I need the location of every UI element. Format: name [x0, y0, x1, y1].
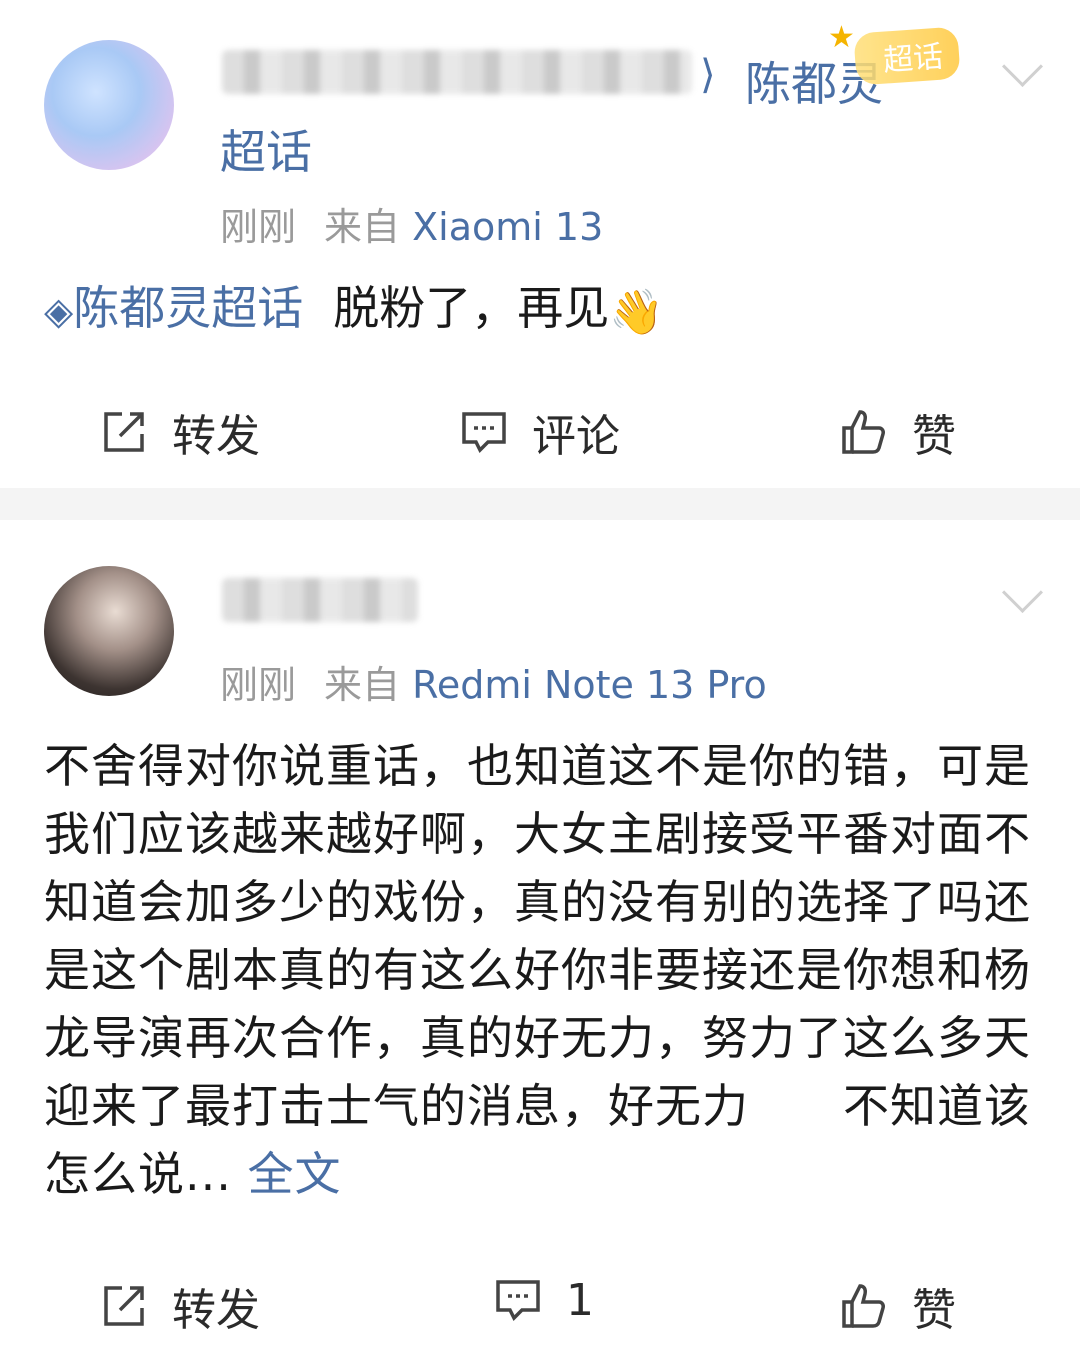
device-name[interactable]: Xiaomi 13	[412, 205, 603, 249]
repost-button[interactable]: 转发	[98, 400, 260, 464]
comment-icon	[496, 1280, 540, 1321]
device-name[interactable]: Redmi Note 13 Pro	[412, 663, 767, 707]
post-meta: 刚刚 来自 Redmi Note 13 Pro	[220, 654, 767, 709]
thumbs-up-icon	[842, 1284, 885, 1328]
chevron-down-icon[interactable]	[1001, 571, 1044, 614]
thumbs-up-icon	[842, 410, 885, 454]
repost-button[interactable]: 转发	[98, 1274, 260, 1338]
comment-count: 1	[566, 1274, 594, 1326]
blurred-username[interactable]	[222, 578, 418, 622]
post-content: ◈陈都灵超话 脱粉了，再见👋	[44, 272, 664, 338]
topic-link-continued[interactable]: 超话	[220, 116, 312, 182]
comment-icon	[462, 412, 506, 453]
post-text: 不舍得对你说重话，也知道这不是你的错，可是我们应该越来越好啊，大女主剧接受平番对…	[44, 739, 1031, 1201]
post-card-2: 刚刚 来自 Redmi Note 13 Pro 不舍得对你说重话，也知道这不是你的…	[0, 520, 1080, 1365]
repost-icon	[104, 1286, 144, 1326]
topic-icon: ◈	[44, 289, 74, 333]
repost-icon	[104, 412, 144, 452]
post-content: 不舍得对你说重话，也知道这不是你的错，可是我们应该越来越好啊，大女主剧接受平番对…	[44, 732, 1034, 1208]
topic-tag[interactable]: ◈陈都灵超话	[44, 281, 303, 335]
comment-button[interactable]: 评论	[458, 400, 620, 464]
source-prefix: 来自	[324, 205, 401, 249]
post-time: 刚刚	[220, 663, 297, 707]
post-meta: 刚刚 来自 Xiaomi 13	[220, 196, 603, 251]
action-bar: 转发 1 赞	[0, 1262, 1080, 1342]
post-text: 脱粉了，再见	[333, 281, 610, 335]
waving-hand-icon: 👋	[609, 286, 665, 338]
post-separator	[0, 488, 1080, 520]
like-button[interactable]: 赞	[838, 400, 956, 464]
read-more-link[interactable]: 全文	[248, 1147, 342, 1201]
blurred-username[interactable]	[222, 50, 692, 94]
source-prefix: 来自	[324, 663, 401, 707]
supertopic-badge: 超话	[853, 26, 961, 86]
chevron-down-icon[interactable]	[1001, 45, 1044, 88]
comment-button[interactable]: 1	[492, 1274, 594, 1326]
avatar[interactable]	[44, 566, 174, 696]
post-card-1: ⟩ 陈都灵 ★ 超话 超话 刚刚 来自 Xiaomi 13 ◈陈都灵超话 脱粉了，再…	[0, 0, 1080, 488]
post-time: 刚刚	[220, 205, 297, 249]
star-icon: ★	[828, 20, 855, 55]
topic-icon: ⟩	[700, 52, 716, 98]
avatar[interactable]	[44, 40, 174, 170]
action-bar: 转发 评论 赞	[0, 388, 1080, 468]
like-button[interactable]: 赞	[838, 1274, 956, 1338]
